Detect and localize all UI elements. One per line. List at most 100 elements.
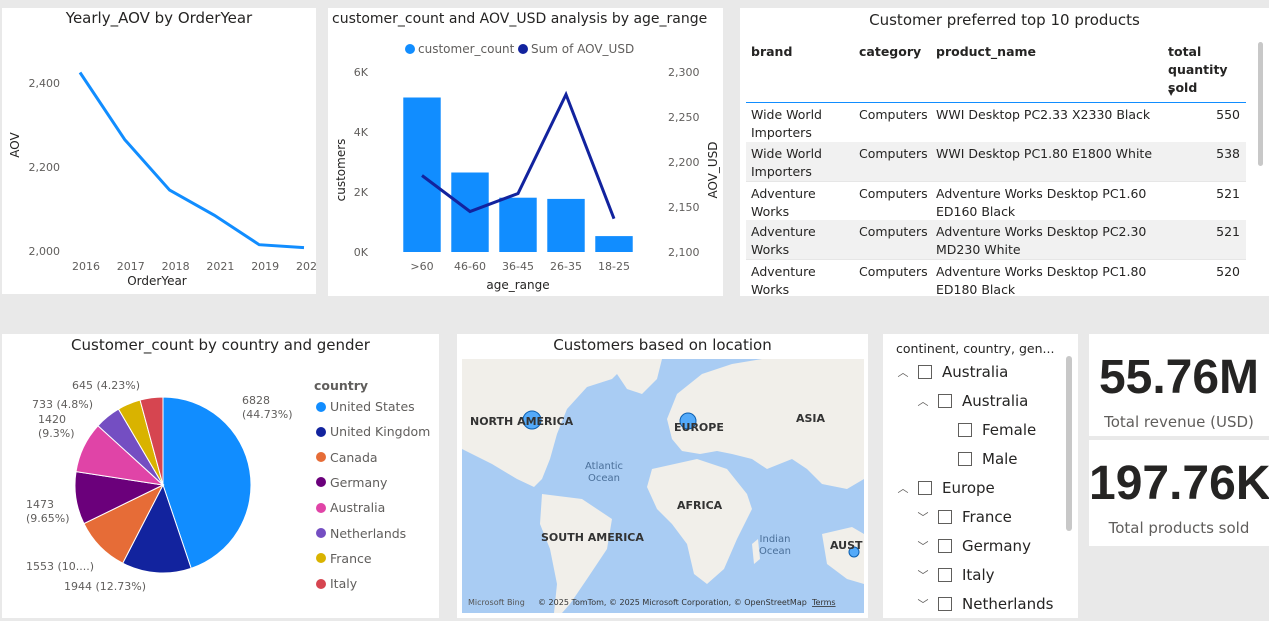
y-tick-label: 2,000	[29, 245, 61, 258]
checkbox[interactable]	[938, 539, 952, 553]
chevron-down-icon[interactable]: ﹀	[916, 509, 930, 525]
chevron-up-icon[interactable]: ︿	[916, 393, 930, 409]
sort-desc-icon[interactable]: ▼	[1168, 88, 1174, 97]
slicer-item[interactable]: ︿ Australia	[896, 361, 1009, 383]
cell-quantity: 521	[1216, 186, 1240, 201]
legend-dot	[316, 477, 326, 488]
slicer-item[interactable]: ﹀ Italy	[916, 564, 995, 586]
legend-item[interactable]: France	[316, 551, 372, 566]
table-row[interactable]: Wide World Importers Computers WWI Desktop…	[746, 103, 1246, 143]
pie-data-label: 1944 (12.73%)	[64, 580, 146, 593]
chevron-up-icon[interactable]: ︿	[896, 480, 910, 496]
label-asia: ASIA	[796, 412, 826, 425]
legend-item[interactable]: Canada	[316, 450, 378, 465]
slicer-title: continent, country, gen...	[896, 341, 1055, 356]
label-europe: EUROPE	[674, 421, 724, 434]
legend-item[interactable]: Australia	[316, 500, 385, 515]
checkbox[interactable]	[958, 452, 972, 466]
slicer-item[interactable]: Female	[936, 419, 1036, 441]
customer-count-bar[interactable]	[403, 97, 441, 253]
legend-item[interactable]: United Kingdom	[316, 424, 430, 439]
map-tile[interactable]: Customers based on location NORTH AMERIC…	[457, 334, 868, 618]
table-row[interactable]: Wide World Importers Computers WWI Desktop…	[746, 142, 1246, 182]
customer-count-bar[interactable]	[595, 236, 633, 252]
y-tick-label: 6K	[354, 66, 369, 79]
aov-line[interactable]	[78, 71, 305, 250]
table-row[interactable]: Adventure Works Computers Adventure Works …	[746, 260, 1246, 296]
checkbox[interactable]	[938, 597, 952, 611]
checkbox[interactable]	[938, 510, 952, 524]
slicer-item[interactable]: ﹀ Germany	[916, 535, 1031, 557]
checkbox[interactable]	[958, 423, 972, 437]
legend-marker	[518, 44, 528, 54]
x-tick-label: 2016	[72, 260, 100, 273]
top-products-table-tile[interactable]: Customer preferred top 10 products brand…	[740, 8, 1269, 296]
cell-brand: Adventure Works	[751, 186, 816, 219]
slicer-item[interactable]: ︿ Europe	[896, 477, 995, 499]
header-product-name[interactable]: product_name	[936, 43, 1036, 61]
x-axis-label: age_range	[486, 278, 549, 292]
table-scrollbar[interactable]	[1258, 42, 1263, 166]
legend-item[interactable]: Germany	[316, 475, 387, 490]
line-chart-tile[interactable]: Yearly_AOV by OrderYear 2,400 2,200 2,000 2…	[2, 8, 316, 294]
slicer-item[interactable]: ︿ Australia	[916, 390, 1029, 412]
x-tick-label: 46-60	[454, 260, 486, 273]
legend-item[interactable]: United States	[316, 399, 415, 414]
legend-dot	[316, 401, 326, 412]
cell-category: Computers	[859, 107, 928, 122]
legend-dot	[316, 528, 326, 538]
slicer-item-label: Europe	[942, 479, 995, 497]
x-tick-label: >60	[410, 260, 433, 273]
world-map[interactable]: NORTH AMERICA EUROPE ASIA AFRICA SOUTH A…	[462, 359, 864, 613]
label-indian: Indian Ocean	[759, 534, 791, 557]
legend-dot	[316, 452, 326, 463]
slicer-item[interactable]: Male	[936, 448, 1018, 470]
legend-label: United States	[330, 399, 415, 414]
legend-label: Australia	[330, 500, 386, 516]
y2-tick-label: 2,100	[668, 246, 700, 259]
checkbox[interactable]	[918, 481, 932, 495]
y2-axis-label: AOV_USD	[706, 141, 720, 198]
revenue-card[interactable]: 55.76M Total revenue (USD)	[1089, 334, 1269, 436]
chevron-down-icon[interactable]: ﹀	[916, 596, 930, 612]
cell-category: Computers	[859, 224, 928, 239]
pie-data-label: 6828 (44.73%)	[242, 394, 293, 421]
map-attribution[interactable]: © 2025 TomTom, © 2025 Microsoft Corporat…	[538, 598, 807, 607]
age-range-combo-chart: customer_count Sum of AOV_USD 6K 4K 2K 0K 2,30…	[334, 42, 720, 292]
x-tick-label: 36-45	[502, 260, 534, 273]
legend-item[interactable]: Netherlands	[316, 526, 406, 541]
legend-label: Canada	[330, 449, 378, 465]
slicer-item[interactable]: ﹀ Netherlands	[916, 593, 1054, 615]
products-card[interactable]: 197.76K Total products sold	[1089, 440, 1269, 546]
checkbox[interactable]	[938, 394, 952, 408]
checkbox[interactable]	[918, 365, 932, 379]
slicer-scrollbar[interactable]	[1066, 356, 1072, 531]
cell-product-name: Adventure Works Desktop PC2.30 MD230 Whi…	[936, 224, 1147, 257]
combo-chart-tile[interactable]: customer_count and AOV_USD analysis by a…	[328, 8, 723, 296]
slicer-item[interactable]: ﹀ France	[916, 506, 1012, 528]
chevron-up-icon[interactable]: ︿	[896, 364, 910, 380]
customer-count-bar[interactable]	[499, 197, 537, 252]
y-tick-label: 2K	[354, 186, 369, 199]
header-total-quantity[interactable]: total quantity sold	[1168, 43, 1232, 97]
label-africa: AFRICA	[677, 499, 723, 512]
y-tick-label: 2,200	[29, 161, 61, 174]
chevron-down-icon[interactable]: ﹀	[916, 567, 930, 583]
table-row[interactable]: Adventure Works Computers Adventure Works …	[746, 182, 1246, 222]
hierarchy-slicer-tile[interactable]: continent, country, gen... ︿ Australia ︿ Au…	[883, 334, 1078, 618]
chevron-down-icon[interactable]: ﹀	[916, 538, 930, 554]
slicer-item-label: Italy	[962, 566, 995, 584]
checkbox[interactable]	[938, 568, 952, 582]
legend-item[interactable]: Italy	[316, 576, 357, 591]
x-tick-label: 26-35	[550, 260, 582, 273]
slicer-item-label: Australia	[962, 392, 1029, 410]
pie-chart-tile[interactable]: Customer_count by country and gender 682…	[2, 334, 439, 618]
cell-brand: Wide World Importers	[751, 146, 822, 179]
bing-logo: Microsoft Bing	[468, 598, 525, 607]
header-category[interactable]: category	[859, 43, 921, 61]
map-terms-link[interactable]: Terms	[811, 598, 836, 607]
customer-count-bar[interactable]	[547, 198, 585, 252]
table-row[interactable]: Adventure Works Computers Adventure Works …	[746, 220, 1246, 260]
pie-data-label: 1420 (9.3%)	[38, 413, 75, 440]
header-brand[interactable]: brand	[751, 43, 792, 61]
